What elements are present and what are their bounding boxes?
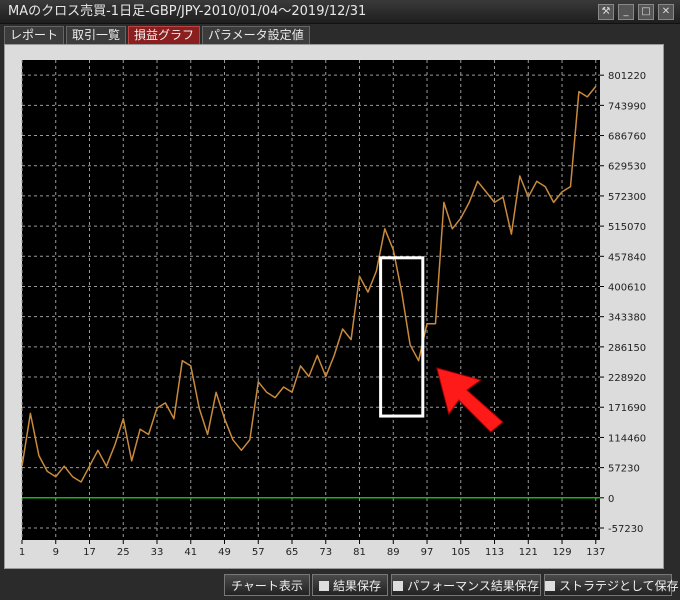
x-tick-label: 81	[353, 547, 366, 558]
save-icon	[318, 581, 329, 591]
x-tick-label: 57	[252, 547, 265, 558]
x-tick-label: 49	[218, 547, 231, 558]
y-tick-label: 114460	[608, 433, 646, 444]
y-tick-label: 0	[608, 494, 614, 505]
y-tick-label: 629530	[608, 162, 646, 173]
y-tick-label: 171690	[608, 403, 646, 414]
save-result-button[interactable]: 結果保存	[312, 574, 388, 596]
save-performance-button[interactable]: パフォーマンス結果保存	[391, 574, 541, 596]
x-tick-label: 113	[485, 547, 504, 558]
save-result-label: 結果保存	[332, 579, 381, 593]
y-tick-label: 743990	[608, 101, 646, 112]
x-tick-label: 1	[19, 547, 25, 558]
y-tick-label: 515070	[608, 222, 646, 233]
x-tick-label: 33	[151, 547, 164, 558]
y-tick-label: 686760	[608, 132, 646, 143]
x-tick-label: 73	[319, 547, 332, 558]
x-tick-label: 121	[519, 547, 538, 558]
y-tick-label: 572300	[608, 192, 646, 203]
button-bar: チャート表示 結果保存 パフォーマンス結果保存 ストラテジとして保存	[0, 574, 680, 598]
save-performance-label: パフォーマンス結果保存	[407, 579, 539, 593]
x-tick-label: 137	[586, 547, 605, 558]
x-tick-label: 89	[387, 547, 400, 558]
y-tick-label: 228920	[608, 373, 646, 384]
x-tick-label: 65	[286, 547, 299, 558]
x-tick-label: 129	[552, 547, 571, 558]
x-tick-label: 9	[53, 547, 59, 558]
y-tick-label: 457840	[608, 252, 646, 263]
x-tick-label: 105	[451, 547, 470, 558]
profit-loss-chart: 1 9 17 25 33 41 49 57 65 73 81 89 97 105 113 121 129 137 8…	[19, 60, 646, 558]
save-icon	[393, 581, 404, 591]
x-tick-label: 97	[421, 547, 434, 558]
chart-display-button[interactable]: チャート表示	[224, 574, 310, 596]
y-tick-label: -57230	[608, 524, 643, 535]
y-tick-label: 400610	[608, 282, 646, 293]
chart-display-label: チャート表示	[231, 579, 303, 593]
x-tick-label: 17	[83, 547, 96, 558]
save-icon	[545, 581, 555, 591]
y-tick-label: 57230	[608, 464, 640, 475]
y-tick-label: 343380	[608, 313, 646, 324]
y-tick-label: 286150	[608, 343, 646, 354]
save-strategy-button[interactable]: ストラテジとして保存	[544, 574, 679, 596]
y-tick-label: 801220	[608, 71, 646, 82]
x-tick-label: 25	[117, 547, 130, 558]
save-strategy-label: ストラテジとして保存	[559, 579, 679, 593]
x-tick-label: 41	[184, 547, 197, 558]
